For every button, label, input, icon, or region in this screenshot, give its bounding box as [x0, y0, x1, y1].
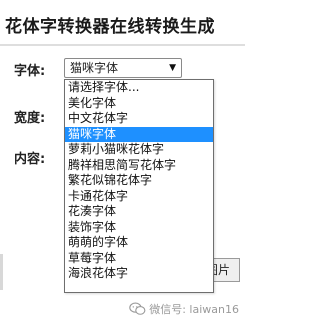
- dropdown-option[interactable]: 萌萌的字体: [65, 235, 213, 251]
- dropdown-option[interactable]: 美化字体: [65, 96, 213, 112]
- dropdown-option[interactable]: 卡通花体字: [65, 189, 213, 205]
- chevron-down-icon: ▼: [169, 63, 176, 73]
- dropdown-option[interactable]: 腾祥相思简写花体字: [65, 158, 213, 174]
- dropdown-option[interactable]: 中文花体字: [65, 111, 213, 127]
- title-divider: [0, 44, 245, 46]
- watermark-text: 微信号: laiwan16: [149, 303, 239, 316]
- wechat-icon: [129, 302, 146, 315]
- dropdown-option[interactable]: 萝莉小猫咪花体字: [65, 142, 213, 158]
- width-label: 宽度:: [14, 111, 46, 126]
- dropdown-option[interactable]: 花湊字体: [65, 204, 213, 220]
- content-area-edge: [0, 254, 3, 290]
- dropdown-option[interactable]: 繁花似锦花体字: [65, 173, 213, 189]
- font-dropdown-list[interactable]: 请选择字体... 美化字体 中文花体字 猫咪字体 萝莉小猫咪花体字 腾祥相思简写花体字 繁花…: [64, 79, 214, 293]
- watermark: 微信号: laiwan16: [129, 301, 239, 317]
- font-label: 字体:: [14, 64, 46, 79]
- font-select[interactable]: 猫咪字体 ▼: [64, 58, 182, 78]
- dropdown-option[interactable]: 猫咪字体: [65, 126, 213, 142]
- dropdown-option[interactable]: 装饰字体: [65, 220, 213, 236]
- dropdown-option[interactable]: 请选择字体...: [65, 80, 213, 96]
- dropdown-option[interactable]: 海浪花体字: [65, 266, 213, 282]
- content-label: 内容:: [14, 152, 46, 167]
- dropdown-option[interactable]: 草莓字体: [65, 251, 213, 267]
- page-title: 花体字转换器在线转换生成: [5, 17, 215, 37]
- font-select-value: 猫咪字体: [70, 61, 119, 75]
